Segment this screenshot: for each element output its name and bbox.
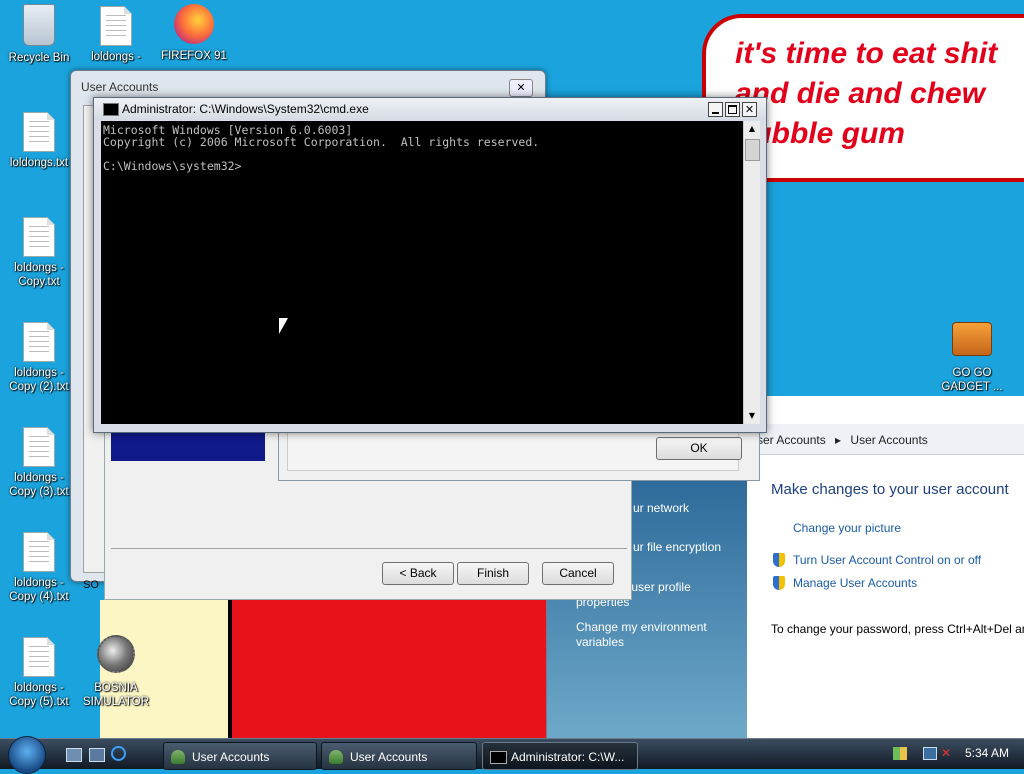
text-file-icon [23,532,55,572]
text-file-icon [100,6,132,46]
console-prompt: C:\Windows\system32> [103,159,242,173]
scroll-down-icon[interactable]: ▼ [744,408,760,424]
desktop-icon-bosnia-simulator[interactable]: BOSNIA SIMULATOR [78,635,154,709]
switch-windows-icon[interactable] [89,748,105,762]
firefox-icon [174,4,214,44]
mouse-cursor-icon [279,318,288,334]
text-file-icon [23,427,55,467]
taskbar: User Accounts User Accounts Administrato… [0,736,1024,774]
dialog-title: User Accounts [81,80,159,94]
minimize-button[interactable] [708,102,723,117]
breadcrumb-item[interactable]: ser Accounts [757,433,826,447]
desktop: { "desktop_icons": [ {"label": "Recycle … [0,0,1024,774]
start-button[interactable] [8,736,46,774]
maximize-button[interactable] [725,102,740,117]
briefcase-icon [952,322,992,356]
side-link-file-encryption[interactable]: ur file encryption [633,540,721,555]
breadcrumb-item[interactable]: User Accounts [850,433,927,447]
finish-button[interactable]: Finish [457,562,529,585]
user-accounts-icon [329,750,343,764]
cmd-close-button[interactable]: ✕ [742,102,757,117]
internet-explorer-icon[interactable] [111,746,126,761]
cmd-console[interactable]: Microsoft Windows [Version 6.0.6003] Cop… [101,121,743,424]
cmd-icon [490,751,507,764]
close-icon: ✕ [744,103,755,116]
cmd-scrollbar[interactable]: ▲ ▼ [743,121,760,424]
uac-toggle-link[interactable]: Turn User Account Control on or off [773,549,981,568]
wizard-separator [111,548,627,549]
speech-line-1: it's time to eat shit [735,37,998,70]
desktop-icon-go-go-gadget[interactable]: GO GO GADGET ... [934,318,1010,394]
manage-user-accounts-link[interactable]: Manage User Accounts [773,572,917,591]
shield-icon [773,575,785,590]
page-heading: Make changes to your user account [771,481,1009,498]
speech-line-2: and die and chew [735,77,986,110]
cmd-title: Administrator: C:\Windows\System32\cmd.e… [122,102,369,116]
user-accounts-icon [171,750,185,764]
desktop-icon-loldongs-copy[interactable]: loldongs - Copy.txt [1,217,77,289]
mine-icon [97,635,135,673]
network-connection-icon[interactable] [923,747,937,760]
desktop-icon-loldongs-copy-4[interactable]: loldongs - Copy (4).txt [1,532,77,604]
dialog-close-button[interactable]: ✕ [509,79,533,97]
shield-icon [773,552,785,567]
change-picture-link[interactable]: Change your picture [793,521,901,535]
scroll-up-icon[interactable]: ▲ [744,121,760,137]
clock[interactable]: 5:34 AM [965,746,1009,760]
side-link-network[interactable]: ur network [633,501,689,516]
recycle-bin-icon [23,4,55,46]
wizard-partial-label: SO [83,579,99,591]
desktop-icon-recycle-bin[interactable]: Recycle Bin [1,4,77,65]
cancel-button[interactable]: Cancel [542,562,614,585]
text-file-icon [23,322,55,362]
close-icon: ✕ [516,81,526,94]
back-button[interactable]: < Back [382,562,454,585]
desktop-icon-firefox[interactable]: FIREFOX 91 [156,4,232,63]
breadcrumb: ser Accounts ▸ User Accounts [757,433,928,447]
console-line-2: Copyright (c) 2006 Microsoft Corporation… [103,135,540,149]
taskbar-button-user-accounts-2[interactable]: User Accounts [321,742,477,770]
volume-muted-icon[interactable]: ✕ [941,747,955,760]
ok-button[interactable]: OK [656,437,742,460]
breadcrumb-separator-icon: ▸ [835,433,842,447]
side-link-environment-variables[interactable]: Change my environment variables [576,620,726,650]
cmd-app-icon [103,103,119,116]
desktop-icon-loldongs-copy-3[interactable]: loldongs - Copy (3).txt [1,427,77,499]
desktop-icon-loldongs-copy-5[interactable]: loldongs - Copy (5).txt [1,637,77,709]
desktop-icon-loldongs[interactable]: loldongs - [78,6,154,64]
taskbar-button-user-accounts-1[interactable]: User Accounts [163,742,317,770]
wallpaper-red-area [228,600,547,740]
speech-line-3: bubble gum [735,117,905,150]
text-file-icon [23,637,55,677]
wizard-banner-image [111,433,265,461]
desktop-icon-loldongs-txt[interactable]: loldongs.txt [1,112,77,170]
show-desktop-icon[interactable] [66,748,82,762]
taskbar-button-cmd[interactable]: Administrator: C:\W... [482,742,638,770]
cmd-window: Administrator: C:\Windows\System32\cmd.e… [93,97,767,433]
maximize-icon [728,105,737,114]
text-file-icon [23,217,55,257]
desktop-icon-loldongs-copy-2[interactable]: loldongs - Copy (2).txt [1,322,77,394]
password-note: To change your password, press Ctrl+Alt+… [771,622,1024,636]
network-icon[interactable] [893,747,907,760]
text-file-icon [23,112,55,152]
minimize-icon [712,112,719,114]
wallpaper-speech-text: it's time to eat shit and die and chew b… [735,34,997,154]
scroll-thumb[interactable] [745,139,760,161]
